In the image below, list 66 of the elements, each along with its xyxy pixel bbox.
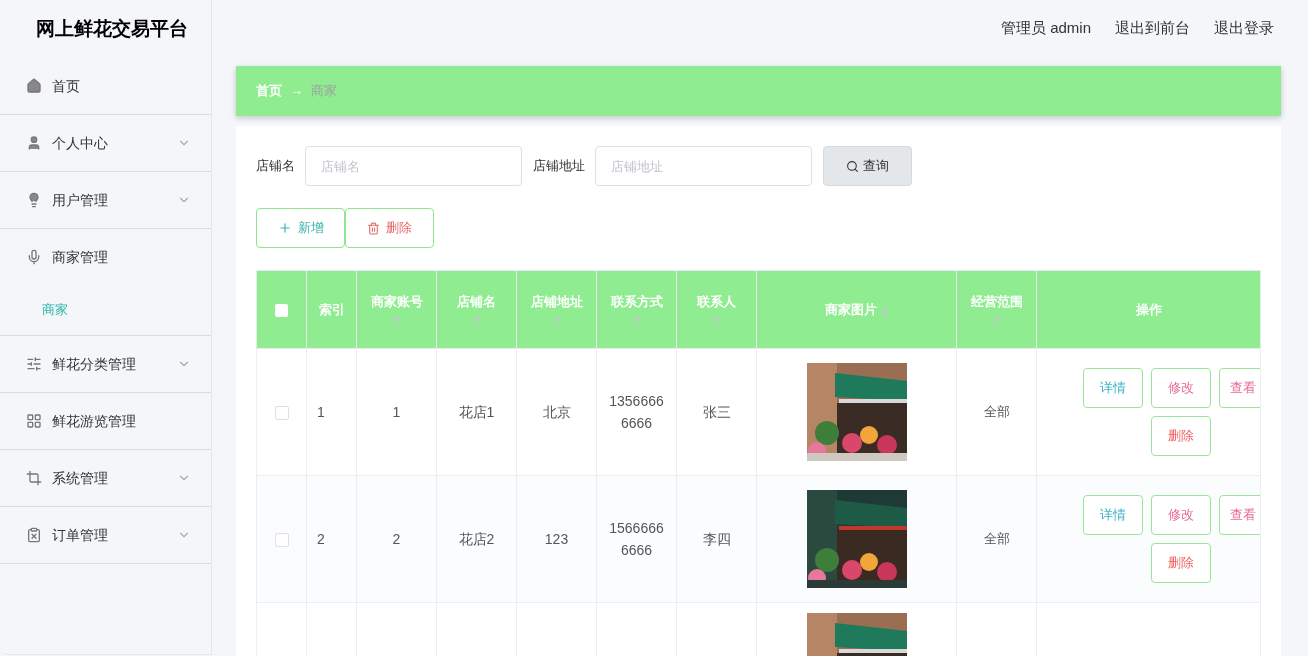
column-header: 操作 <box>1036 270 1261 349</box>
table-cell-text: 123 <box>544 529 569 549</box>
sidebar-item[interactable]: 系统管理 <box>0 450 211 506</box>
sidebar-item[interactable]: 鲜花分类管理 <box>0 336 211 392</box>
table-cell-text: 2 <box>317 529 325 549</box>
search-icon <box>846 159 859 173</box>
header-link[interactable]: 管理员 admin <box>1000 16 1091 40</box>
search-button[interactable]: 查询 <box>823 146 912 186</box>
table-cell-text: 花店1 <box>458 402 495 422</box>
table-cell-text: 李四 <box>702 529 731 549</box>
table-cell: 全部 <box>983 531 1010 547</box>
sidebar-item[interactable]: 商家管理 <box>0 229 211 285</box>
select-all-checkbox[interactable] <box>275 303 288 317</box>
row-action-button[interactable]: 修改 <box>1151 368 1211 408</box>
sort-icon[interactable] <box>392 315 401 328</box>
header-link[interactable]: 退出登录 <box>1214 16 1274 40</box>
sort-icon[interactable] <box>632 315 641 328</box>
row-action-button[interactable]: 删除 <box>1151 416 1211 456</box>
table-cell-text: 15666666666 <box>608 519 665 560</box>
field-label: 店铺地址 <box>533 157 585 176</box>
column-header: 索引 <box>306 270 357 349</box>
table-cell-text: 北京 <box>542 402 571 422</box>
sort-icon[interactable] <box>552 315 561 328</box>
sort-icon[interactable] <box>880 305 889 318</box>
user-icon <box>26 135 42 151</box>
app-title: 网上鲜花交易平台 <box>36 16 188 41</box>
row-action-button[interactable]: 查看 <box>1219 495 1260 535</box>
row-action-button[interactable]: 查看 <box>1219 368 1260 408</box>
row-action-button[interactable]: 删除 <box>1151 543 1211 583</box>
table-cell: 全部 <box>983 404 1010 420</box>
microphone-icon <box>26 249 42 265</box>
sidebar-item[interactable]: 首页 <box>0 58 211 114</box>
row-action-button[interactable]: 详情 <box>1083 495 1143 535</box>
breadcrumb-item: 商家 <box>311 82 337 101</box>
home-icon <box>26 78 42 94</box>
crop-icon <box>26 470 42 486</box>
sliders-icon <box>26 356 42 372</box>
add-button[interactable]: 新增 <box>256 208 345 248</box>
clipboard-icon <box>26 527 42 543</box>
sort-icon[interactable] <box>712 315 721 328</box>
table-cell-text: 13566666666 <box>608 392 665 433</box>
search-field[interactable]: 店铺地址 <box>595 146 812 186</box>
sort-icon[interactable] <box>992 315 1001 328</box>
row-action-button[interactable]: 详情 <box>1083 368 1143 408</box>
lightbulb-icon <box>26 192 42 208</box>
trash-icon <box>367 221 380 235</box>
row-action-button[interactable]: 修改 <box>1151 495 1211 535</box>
sidebar-item[interactable]: 订单管理 <box>0 507 211 563</box>
table-cell-text: 花店2 <box>458 529 495 549</box>
search-field[interactable]: 店铺名 <box>305 146 522 186</box>
sort-icon[interactable] <box>472 315 481 328</box>
grid-icon <box>26 413 42 429</box>
row-checkbox[interactable] <box>274 532 289 547</box>
sidebar-item[interactable]: 鲜花游览管理 <box>0 393 211 449</box>
table-cell-text: 1 <box>392 402 401 422</box>
delete-button[interactable]: 删除 <box>345 208 434 248</box>
plus-icon <box>277 221 292 235</box>
submenu-item[interactable]: 商家 <box>0 285 211 335</box>
table-cell-text: 张三 <box>702 402 731 422</box>
table-cell-text: 1 <box>317 402 325 422</box>
table-cell-text: 2 <box>392 529 401 549</box>
field-label: 店铺名 <box>256 157 295 176</box>
sidebar-item[interactable]: 个人中心 <box>0 115 211 171</box>
header-link[interactable]: 退出到前台 <box>1115 16 1190 40</box>
row-checkbox[interactable] <box>274 405 289 420</box>
sidebar-item[interactable]: 用户管理 <box>0 172 211 228</box>
